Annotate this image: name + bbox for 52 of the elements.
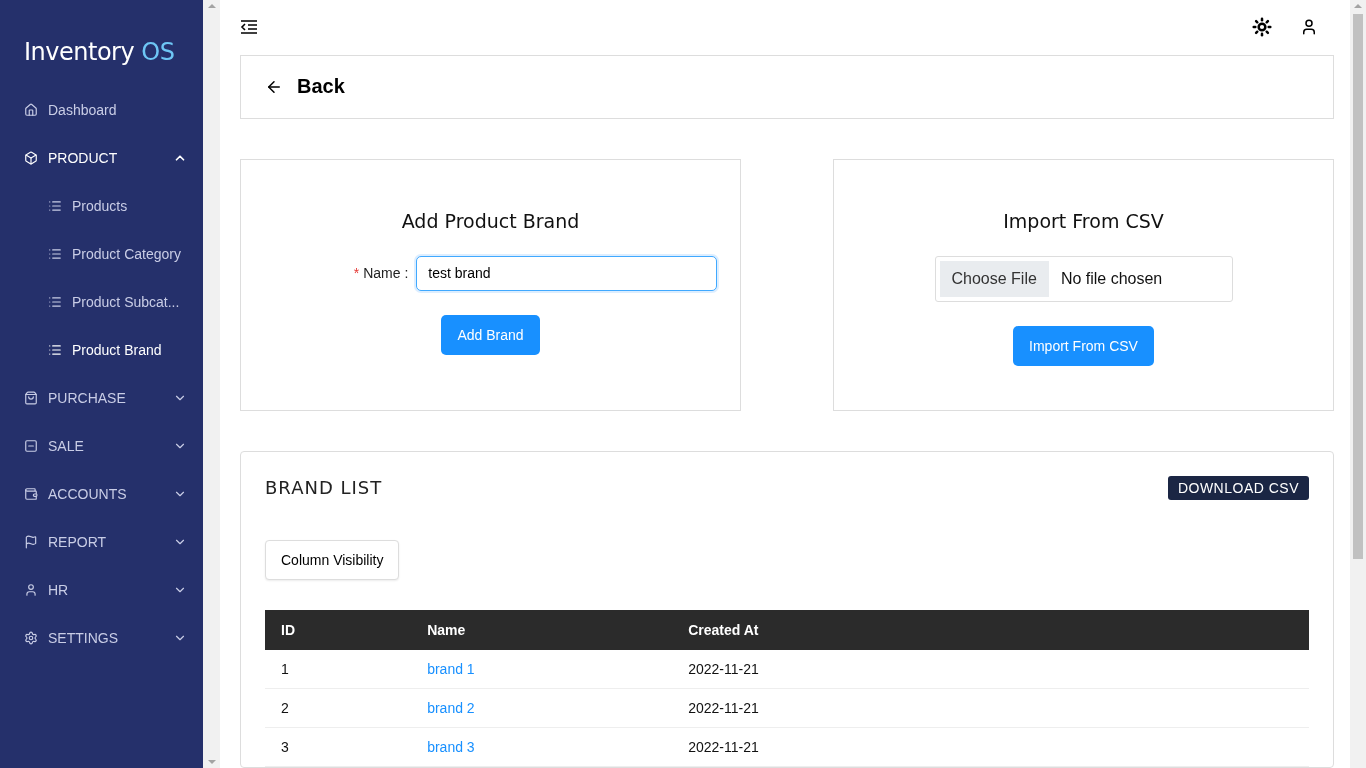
user-button[interactable]	[1300, 18, 1318, 37]
sidebar-item[interactable]: ACCOUNTS	[0, 470, 203, 518]
name-input[interactable]: test brand	[416, 255, 718, 291]
choose-file-button[interactable]: Choose File	[939, 260, 1049, 297]
minus-square-icon	[24, 439, 38, 453]
sidebar-subitem[interactable]: Product Category	[0, 230, 203, 278]
table-cell: 2	[265, 688, 412, 728]
sidebar-item[interactable]: Dashboard	[0, 86, 203, 134]
sidebar-subitem[interactable]: Product Brand	[0, 326, 203, 374]
form-title: Add Product Brand	[401, 209, 580, 232]
list-icon	[48, 199, 62, 213]
table-cell: 2022-11-21	[672, 688, 1309, 728]
sidebar-item[interactable]: SALE	[0, 422, 203, 470]
app-logo: Inventory OS	[23, 38, 176, 66]
user-icon	[1300, 18, 1318, 37]
list-icon	[48, 247, 62, 261]
back-button[interactable]: Back	[265, 75, 345, 99]
table-cell: 2022-11-21	[672, 727, 1309, 767]
table-cell: 3	[265, 727, 412, 767]
field-label: * Name :	[353, 265, 409, 281]
column-header[interactable]: Created At	[672, 609, 1309, 650]
list-title: BRAND LIST	[265, 477, 383, 498]
sidebar-item[interactable]: PRODUCT	[0, 134, 203, 182]
column-header[interactable]: ID	[265, 609, 412, 650]
column-header[interactable]: Name	[411, 609, 673, 650]
table-cell: 2022-11-21	[672, 649, 1309, 689]
cube-icon	[24, 151, 38, 165]
column-visibility-button[interactable]: Column Visibility	[265, 539, 400, 580]
page-scrollbar[interactable]	[1350, 0, 1366, 768]
sidebar-item[interactable]: PURCHASE	[0, 374, 203, 422]
home-icon	[24, 103, 38, 117]
bag-icon	[24, 391, 38, 405]
menu-toggle-button[interactable]	[240, 19, 258, 36]
sun-icon	[1252, 17, 1272, 38]
list-icon	[48, 343, 62, 357]
list-icon	[48, 295, 62, 309]
file-status: No file chosen	[1060, 269, 1163, 288]
file-input[interactable]: Choose File No file chosen	[934, 255, 1233, 302]
sidebar-subitem[interactable]: Product Subcat...	[0, 278, 203, 326]
sidebar-scrollbar[interactable]	[203, 0, 220, 768]
settings-icon	[24, 631, 38, 645]
flag-icon	[24, 535, 38, 549]
wallet-icon	[24, 487, 38, 501]
sidebar-item[interactable]: HR	[0, 566, 203, 614]
table-cell: 1	[265, 649, 412, 689]
sidebar-item[interactable]: SETTINGS	[0, 614, 203, 662]
theme-toggle-button[interactable]	[1252, 17, 1272, 38]
sidebar-item[interactable]: REPORT	[0, 518, 203, 566]
user-icon	[24, 583, 38, 597]
download-button[interactable]: DOWNLOAD CSV	[1167, 475, 1309, 500]
sidebar-subitem[interactable]: Products	[0, 182, 203, 230]
form-title: Import From CSV	[1003, 209, 1164, 232]
